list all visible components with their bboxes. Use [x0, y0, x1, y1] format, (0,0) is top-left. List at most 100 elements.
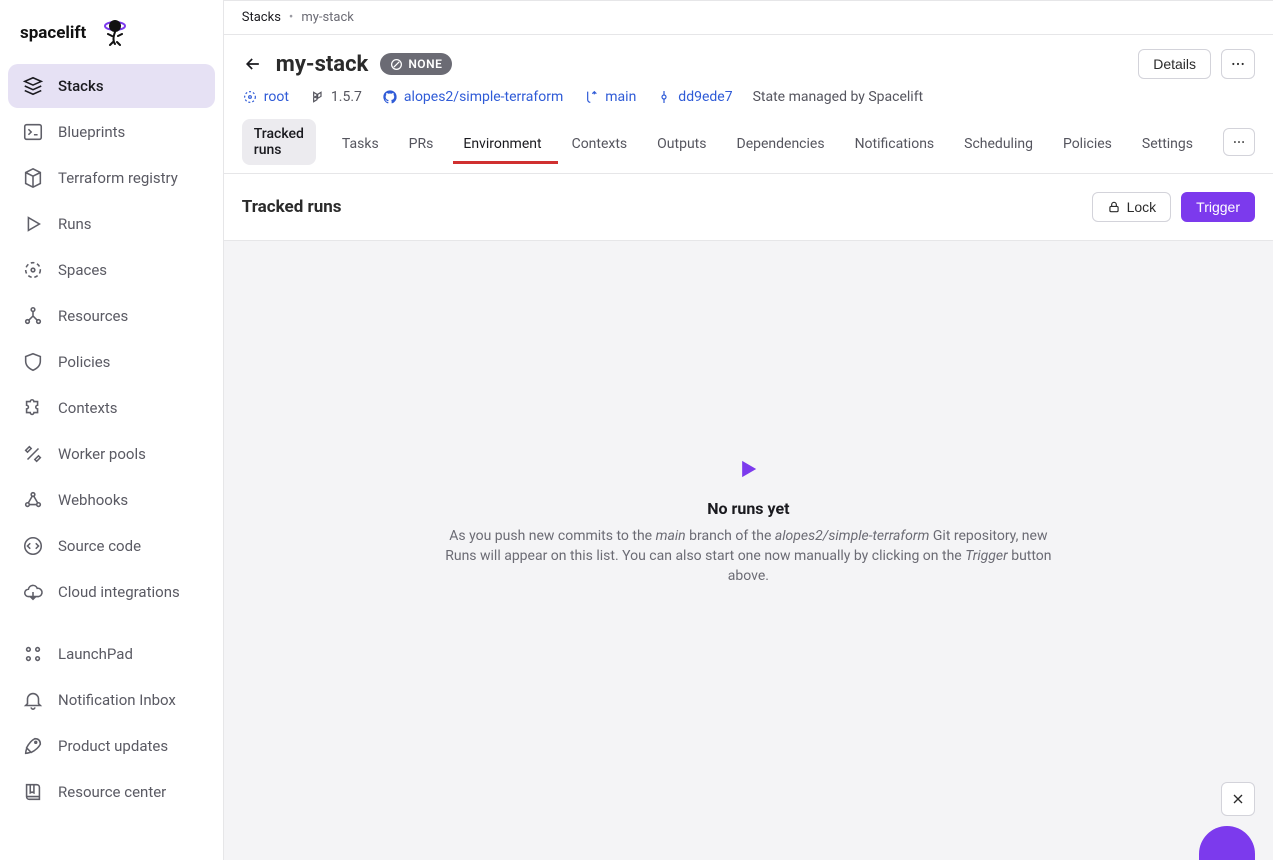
book-icon [22, 781, 44, 803]
lock-icon [1107, 200, 1121, 214]
nav-main: Stacks Blueprints Terraform registry Run… [8, 64, 215, 814]
nav-label: Source code [58, 537, 141, 555]
play-outline-icon [22, 213, 44, 235]
tab-scheduling[interactable]: Scheduling [960, 128, 1037, 164]
terraform-icon [309, 89, 325, 105]
scope-icon [242, 89, 258, 105]
tab-environment[interactable]: Environment [459, 128, 545, 164]
branch-icon [583, 89, 599, 105]
branch-link[interactable]: main [583, 89, 636, 105]
nav-separator [8, 616, 215, 630]
nav-label: Resources [58, 307, 128, 325]
nav-label: Resource center [58, 783, 166, 801]
puzzle-icon [22, 397, 44, 419]
stack-header: my-stack NONE Details root 1.5.7 [224, 35, 1273, 115]
help-bubble[interactable] [1199, 826, 1255, 860]
nav-contexts[interactable]: Contexts [8, 386, 215, 430]
nav-source-code[interactable]: Source code [8, 524, 215, 568]
nodes-icon [22, 305, 44, 327]
empty-state: No runs yet As you push new commits to t… [438, 455, 1058, 647]
scope-link[interactable]: root [242, 89, 289, 105]
github-icon [382, 89, 398, 105]
apps-icon [22, 643, 44, 665]
nav-label: Runs [58, 215, 92, 233]
tab-notifications[interactable]: Notifications [851, 128, 939, 164]
tools-icon [22, 443, 44, 465]
nav-resources[interactable]: Resources [8, 294, 215, 338]
nav-product-updates[interactable]: Product updates [8, 724, 215, 768]
nav-label: Webhooks [58, 491, 128, 509]
nav-blueprints[interactable]: Blueprints [8, 110, 215, 154]
status-badge-text: NONE [408, 57, 442, 71]
nav-label: Cloud integrations [58, 583, 180, 601]
terraform-version: 1.5.7 [309, 89, 362, 105]
nav-label: Product updates [58, 737, 168, 755]
nav-label: Worker pools [58, 445, 146, 463]
floating-controls [1199, 782, 1255, 848]
svg-text:spacelift: spacelift [20, 23, 87, 43]
details-button[interactable]: Details [1138, 49, 1211, 79]
empty-description: As you push new commits to the main bran… [438, 526, 1058, 587]
stacks-icon [22, 75, 44, 97]
tab-tasks[interactable]: Tasks [338, 128, 383, 164]
tabs-more-button[interactable] [1223, 128, 1255, 156]
more-actions-button[interactable] [1221, 49, 1255, 79]
tab-contexts[interactable]: Contexts [568, 128, 632, 164]
page-title: my-stack [276, 52, 369, 77]
nav-spaces[interactable]: Spaces [8, 248, 215, 292]
trigger-button[interactable]: Trigger [1181, 192, 1255, 222]
nav-label: Blueprints [58, 123, 125, 141]
stack-meta: root 1.5.7 alopes2/simple-terraform main… [242, 79, 1255, 105]
tab-outputs[interactable]: Outputs [653, 128, 710, 164]
tabs: Tracked runs Tasks PRs Environment Conte… [224, 115, 1273, 174]
webhook-icon [22, 489, 44, 511]
nav-label: Contexts [58, 399, 118, 417]
cloud-icon [22, 581, 44, 603]
nav-stacks[interactable]: Stacks [8, 64, 215, 108]
cube-icon [22, 167, 44, 189]
commit-link[interactable]: dd9ede7 [656, 89, 732, 105]
nav-label: LaunchPad [58, 645, 133, 663]
back-icon[interactable] [242, 53, 264, 75]
sidebar: spacelift Stacks Blueprints Terraform re… [0, 0, 224, 860]
nav-policies[interactable]: Policies [8, 340, 215, 384]
nav-worker-pools[interactable]: Worker pools [8, 432, 215, 476]
nav-label: Policies [58, 353, 110, 371]
nav-resource-center[interactable]: Resource center [8, 770, 215, 814]
main-panel: Stacks • my-stack my-stack NONE Details [224, 0, 1273, 860]
nav-label: Terraform registry [58, 169, 178, 187]
breadcrumb-leaf: my-stack [301, 10, 354, 25]
rocket-icon [22, 735, 44, 757]
bell-icon [22, 689, 44, 711]
tab-tracked-runs[interactable]: Tracked runs [242, 119, 316, 165]
content-area: No runs yet As you push new commits to t… [224, 241, 1273, 860]
tab-policies[interactable]: Policies [1059, 128, 1116, 164]
play-icon [734, 455, 762, 483]
repo-link[interactable]: alopes2/simple-terraform [382, 89, 563, 105]
nav-label: Spaces [58, 261, 107, 279]
breadcrumb-root[interactable]: Stacks [242, 10, 281, 25]
tab-settings[interactable]: Settings [1138, 128, 1197, 164]
nav-label: Stacks [58, 77, 104, 95]
status-badge: NONE [380, 53, 452, 75]
nav-launchpad[interactable]: LaunchPad [8, 632, 215, 676]
lock-button[interactable]: Lock [1092, 192, 1172, 222]
tab-prs[interactable]: PRs [405, 128, 438, 164]
nav-webhooks[interactable]: Webhooks [8, 478, 215, 522]
close-floater-button[interactable] [1221, 782, 1255, 816]
breadcrumb: Stacks • my-stack [224, 1, 1273, 35]
target-icon [22, 259, 44, 281]
nav-notification-inbox[interactable]: Notification Inbox [8, 678, 215, 722]
breadcrumb-sep: • [289, 10, 293, 25]
shield-icon [22, 351, 44, 373]
empty-title: No runs yet [438, 499, 1058, 518]
tab-dependencies[interactable]: Dependencies [733, 128, 829, 164]
state-managed-text: State managed by Spacelift [753, 89, 924, 105]
nav-runs[interactable]: Runs [8, 202, 215, 246]
nav-label: Notification Inbox [58, 691, 176, 709]
nav-terraform-registry[interactable]: Terraform registry [8, 156, 215, 200]
brand-logo[interactable]: spacelift [8, 14, 215, 64]
subheader: Tracked runs Lock Trigger [224, 174, 1273, 241]
nav-cloud-integrations[interactable]: Cloud integrations [8, 570, 215, 614]
blueprints-icon [22, 121, 44, 143]
